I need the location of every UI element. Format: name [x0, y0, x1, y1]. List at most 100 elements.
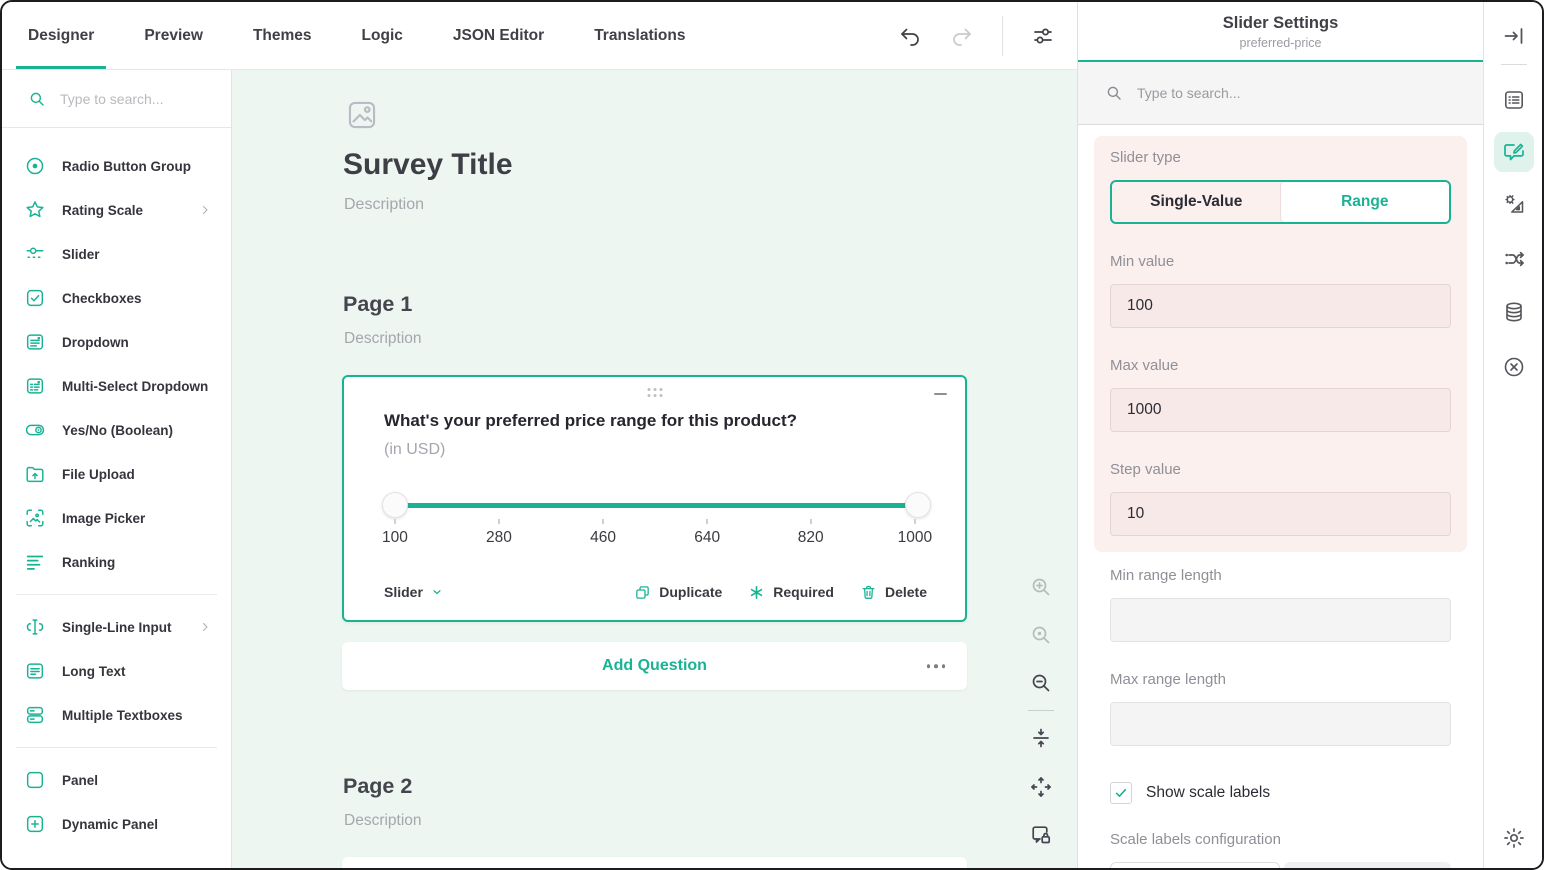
- toolbox-item-checkboxes[interactable]: Checkboxes: [2, 276, 231, 320]
- toolbox-item-panel[interactable]: Panel: [2, 758, 231, 802]
- page1-description[interactable]: Description: [344, 330, 422, 348]
- page2-description[interactable]: Description: [344, 812, 422, 830]
- page2-add-question-placeholder[interactable]: [342, 857, 967, 870]
- page1-title[interactable]: Page 1: [343, 292, 412, 317]
- more-options-icon[interactable]: [927, 664, 946, 668]
- toolbox-item-dynamic-panel[interactable]: Dynamic Panel: [2, 802, 231, 846]
- toolbox-item-single-line-input[interactable]: Single-Line Input: [2, 605, 231, 649]
- add-question-button[interactable]: Add Question: [342, 642, 967, 690]
- slider-track[interactable]: [395, 503, 918, 508]
- app-window: Designer Preview Themes Logic JSON Edito…: [0, 0, 1544, 870]
- toolbox-item-ranking[interactable]: Ranking: [2, 540, 231, 584]
- duplicate-button[interactable]: Duplicate: [634, 584, 722, 601]
- question-settings-tab-active[interactable]: [1494, 132, 1534, 172]
- toolbox-item-multiple-textboxes[interactable]: Multiple Textboxes: [2, 693, 231, 737]
- settings-header: Slider Settings preferred-price: [1078, 2, 1483, 62]
- delete-trash-icon: [860, 584, 877, 601]
- undo-icon[interactable]: [898, 24, 922, 48]
- tab-logic[interactable]: Logic: [350, 2, 415, 69]
- show-scale-labels-checkbox[interactable]: Show scale labels: [1110, 782, 1451, 804]
- survey-description[interactable]: Description: [344, 196, 424, 214]
- collapse-question-icon[interactable]: [934, 393, 947, 395]
- toolbox-item-rating-scale[interactable]: Rating Scale: [2, 188, 231, 232]
- question-title[interactable]: What's your preferred price range for th…: [384, 411, 797, 431]
- collapse-panel-icon[interactable]: [1502, 24, 1526, 48]
- slider-handle-max[interactable]: [905, 492, 931, 518]
- toolbox-item-slider[interactable]: Slider: [2, 232, 231, 276]
- lock-questions-icon[interactable]: [1029, 823, 1053, 847]
- settings-search-placeholder: Type to search...: [1137, 85, 1241, 101]
- slider-type-toggle: Single-Value Range: [1110, 180, 1451, 224]
- tab-json-editor[interactable]: JSON Editor: [441, 2, 556, 69]
- toolbox-search[interactable]: Type to search...: [2, 70, 231, 128]
- toolbox-sidebar: Type to search... Radio Button Group Rat…: [2, 70, 232, 870]
- settings-search[interactable]: Type to search...: [1078, 62, 1483, 125]
- question-type-selector[interactable]: Slider: [384, 584, 443, 600]
- slider-ticks: [384, 519, 929, 525]
- slider-handle-min[interactable]: [382, 492, 408, 518]
- data-icon[interactable]: [1502, 300, 1526, 324]
- canvas-toolbar-divider: [1028, 710, 1054, 711]
- collapse-all-icon[interactable]: [1029, 726, 1053, 750]
- gear-icon[interactable]: [1502, 826, 1526, 850]
- chevron-right-icon[interactable]: [199, 621, 211, 633]
- survey-title[interactable]: Survey Title: [343, 148, 513, 182]
- step-value-input[interactable]: [1110, 492, 1451, 536]
- max-range-length-input[interactable]: [1110, 702, 1451, 746]
- toolbox-item-long-text[interactable]: Long Text: [2, 649, 231, 693]
- toolbox-item-dropdown[interactable]: Dropdown: [2, 320, 231, 364]
- scale-labels-config-control[interactable]: [1110, 862, 1451, 870]
- tab-preview[interactable]: Preview: [132, 2, 215, 69]
- config-segment-active[interactable]: [1110, 862, 1280, 870]
- image-picker-icon: [24, 507, 46, 529]
- zoom-out-icon[interactable]: [1029, 671, 1053, 695]
- multiple-textboxes-icon: [24, 704, 46, 726]
- toolbox-item-file-upload[interactable]: File Upload: [2, 452, 231, 496]
- settings-subtitle: preferred-price: [1078, 36, 1483, 50]
- long-text-icon: [24, 660, 46, 682]
- toolbox-search-placeholder: Type to search...: [60, 91, 164, 107]
- required-asterisk-icon: [748, 584, 765, 601]
- theme-design-icon[interactable]: [1502, 192, 1526, 216]
- max-value-input[interactable]: [1110, 388, 1451, 432]
- scale-labels-config-label: Scale labels configuration: [1110, 830, 1451, 850]
- question-card-slider[interactable]: What's your preferred price range for th…: [342, 375, 967, 622]
- slider-type-single-value[interactable]: Single-Value: [1112, 182, 1281, 222]
- toolbox-item-multi-select-dropdown[interactable]: Multi-Select Dropdown: [2, 364, 231, 408]
- radio-button-group-icon: [24, 155, 46, 177]
- tab-designer[interactable]: Designer: [16, 2, 106, 69]
- search-icon: [1105, 84, 1123, 102]
- required-button[interactable]: Required: [748, 584, 834, 601]
- drag-mode-icon[interactable]: [1029, 775, 1053, 799]
- zoom-in-icon[interactable]: [1029, 575, 1053, 599]
- tab-themes[interactable]: Themes: [241, 2, 324, 69]
- ranking-icon: [24, 551, 46, 573]
- dropdown-icon: [24, 331, 46, 353]
- panel-icon: [24, 769, 46, 791]
- max-value-label: Max value: [1110, 356, 1451, 376]
- slider-type-range[interactable]: Range: [1281, 182, 1450, 222]
- toolbox-item-image-picker[interactable]: Image Picker: [2, 496, 231, 540]
- zoom-reset-icon[interactable]: [1029, 623, 1053, 647]
- redo-icon[interactable]: [950, 24, 974, 48]
- general-settings-icon[interactable]: [1502, 88, 1526, 112]
- survey-settings-icon[interactable]: [1031, 24, 1055, 48]
- logic-icon[interactable]: [1502, 247, 1526, 271]
- tab-translations[interactable]: Translations: [582, 2, 697, 69]
- survey-logo-placeholder-icon[interactable]: [345, 98, 379, 132]
- chevron-right-icon[interactable]: [199, 204, 211, 216]
- slider-type-label: Slider type: [1110, 148, 1451, 168]
- config-segment-inactive[interactable]: [1284, 862, 1451, 870]
- validation-icon[interactable]: [1502, 355, 1526, 379]
- drag-handle-icon[interactable]: [647, 388, 662, 397]
- min-range-length-input[interactable]: [1110, 598, 1451, 642]
- min-value-input[interactable]: [1110, 284, 1451, 328]
- header-divider: [1002, 16, 1003, 56]
- single-line-input-icon: [24, 616, 46, 638]
- page2-title[interactable]: Page 2: [343, 774, 412, 799]
- toolbox-item-boolean[interactable]: Yes/No (Boolean): [2, 408, 231, 452]
- question-subtitle[interactable]: (in USD): [384, 441, 445, 459]
- toolbox-item-radio-button-group[interactable]: Radio Button Group: [2, 144, 231, 188]
- delete-button[interactable]: Delete: [860, 584, 927, 601]
- chevron-down-icon: [431, 586, 443, 598]
